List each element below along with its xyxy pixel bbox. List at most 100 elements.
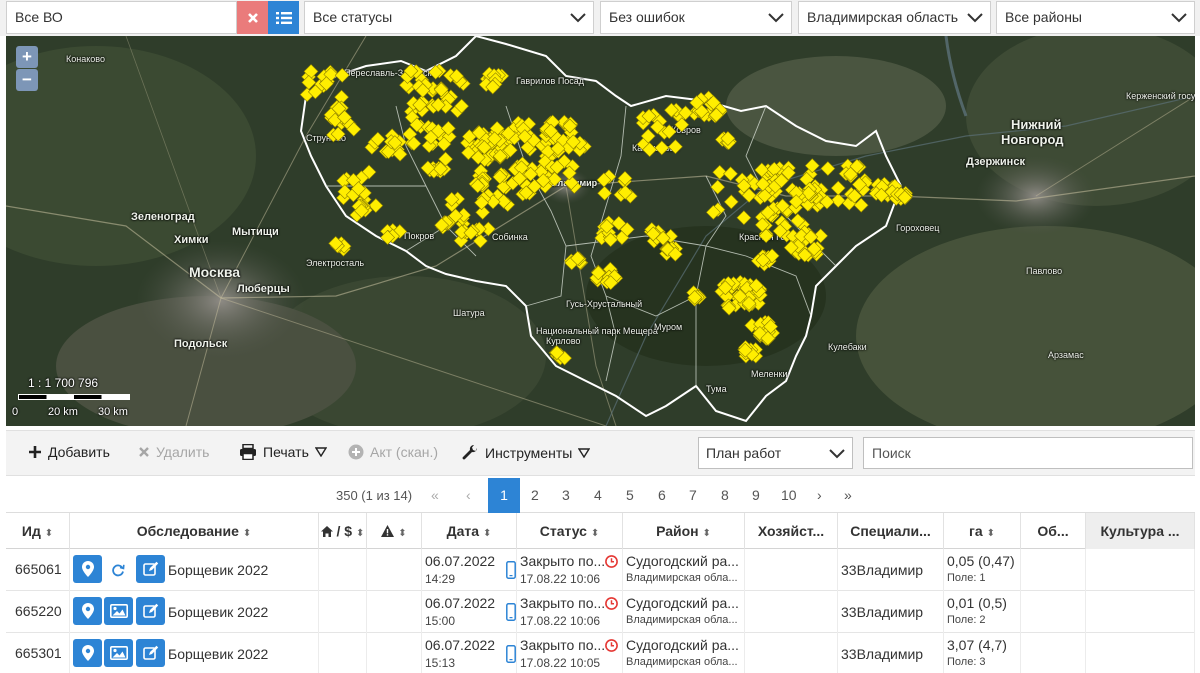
- survey-marker[interactable]: [668, 139, 683, 155]
- cell-ob: [1021, 633, 1086, 673]
- edit-icon: [142, 603, 158, 618]
- pager-page-5[interactable]: 5: [626, 487, 634, 503]
- zoom-out-button[interactable]: −: [16, 69, 38, 91]
- column-header-survey-label: Обследование: [136, 523, 239, 539]
- column-header-specialist[interactable]: Специали...: [838, 513, 944, 549]
- field-value: Поле: 1: [947, 572, 986, 584]
- edit-icon: [142, 561, 158, 576]
- column-header-date[interactable]: Дата ⬍: [422, 513, 517, 549]
- pager-page-8[interactable]: 8: [721, 487, 729, 503]
- pager-prev-button[interactable]: ‹: [466, 487, 471, 503]
- photo-button[interactable]: [104, 639, 133, 667]
- survey-marker[interactable]: [820, 161, 836, 176]
- show-on-map-button[interactable]: [73, 639, 102, 667]
- pager-page-4[interactable]: 4: [594, 487, 602, 503]
- sort-icon: ⬍: [44, 528, 54, 539]
- region-select-value: Владимирская область: [807, 9, 959, 25]
- survey-marker[interactable]: [597, 185, 613, 201]
- sort-icon: ⬍: [242, 528, 252, 539]
- pager-next-button[interactable]: ›: [817, 487, 822, 503]
- column-header-home-cost[interactable]: / $ ⬍: [319, 513, 367, 549]
- edit-button[interactable]: [136, 639, 165, 667]
- zoom-in-button[interactable]: +: [16, 46, 38, 68]
- table-row[interactable]: 665301 Борщевик 2022 06.07.2022 15:13 За…: [6, 633, 1195, 673]
- field-value: Поле: 2: [947, 614, 986, 626]
- cell-specialist: 33Владимир: [838, 549, 944, 591]
- clear-filter-button[interactable]: [237, 1, 268, 34]
- column-header-status[interactable]: Статус ⬍: [517, 513, 623, 549]
- table-row[interactable]: 665220 Борщевик 2022 06.07.2022 15:00 За…: [6, 591, 1195, 633]
- cell-culture: [1086, 633, 1195, 673]
- pager: 350 (1 из 14) « ‹ 1 2 3 4 5 6 7 8 9 10 ›…: [6, 476, 1195, 513]
- survey-marker[interactable]: [723, 194, 739, 210]
- cell-warning: [367, 633, 422, 673]
- plan-select-value: План работ: [706, 445, 782, 461]
- column-header-culture[interactable]: Культура ...: [1086, 513, 1195, 549]
- region-value: Владимирская обла...: [626, 656, 738, 668]
- column-header-warning[interactable]: ⬍: [367, 513, 422, 549]
- survey-marker[interactable]: [830, 180, 846, 196]
- clock-icon: [605, 597, 618, 610]
- pager-page-7[interactable]: 7: [689, 487, 697, 503]
- region-value: Владимирская обла...: [626, 614, 738, 626]
- edit-button[interactable]: [136, 555, 165, 583]
- errors-select[interactable]: Без ошибок: [600, 1, 792, 34]
- refresh-icon[interactable]: [111, 563, 125, 577]
- plan-select[interactable]: План работ: [698, 437, 853, 469]
- close-icon: [139, 447, 149, 457]
- column-header-survey[interactable]: Обследование ⬍: [70, 513, 319, 549]
- column-header-ha[interactable]: га ⬍: [944, 513, 1021, 549]
- survey-marker[interactable]: [334, 67, 350, 83]
- column-header-district[interactable]: Район ⬍: [623, 513, 745, 549]
- search-input[interactable]: Поиск: [863, 437, 1193, 469]
- survey-marker[interactable]: [710, 179, 726, 195]
- column-header-ob[interactable]: Об...: [1021, 513, 1086, 549]
- vo-filter-input[interactable]: Все ВО: [6, 1, 237, 34]
- pager-page-2[interactable]: 2: [531, 487, 539, 503]
- status-date: 17.08.22 10:06: [520, 572, 601, 586]
- cell-home-cost: [319, 549, 367, 591]
- column-header-id[interactable]: Ид ⬍: [6, 513, 70, 549]
- cell-ha: 0,01 (0,5) Поле: 2: [944, 591, 1021, 633]
- cell-ob: [1021, 591, 1086, 633]
- status-select[interactable]: Все статусы: [304, 1, 594, 34]
- delete-button[interactable]: Удалить: [138, 444, 209, 460]
- region-select[interactable]: Владимирская область: [798, 1, 991, 34]
- status-select-value: Все статусы: [313, 9, 393, 25]
- pager-page-3[interactable]: 3: [562, 487, 570, 503]
- cell-district: Судогодский ра... Владимирская обла...: [623, 591, 745, 633]
- photo-button[interactable]: [104, 597, 133, 625]
- pager-page-10[interactable]: 10: [781, 487, 797, 503]
- survey-marker[interactable]: [736, 210, 752, 226]
- plus-circle-icon: [348, 444, 364, 460]
- cell-home-cost: [319, 591, 367, 633]
- cell-survey: Борщевик 2022: [70, 633, 319, 673]
- cell-ha: 0,05 (0,47) Поле: 1: [944, 549, 1021, 591]
- add-button[interactable]: Добавить: [28, 444, 110, 460]
- map-pin-icon: [81, 561, 94, 577]
- cell-warning: [367, 591, 422, 633]
- pager-page-9[interactable]: 9: [752, 487, 760, 503]
- mobile-device-icon: [506, 645, 516, 663]
- ha-value: 0,05 (0,47): [947, 553, 1015, 569]
- pager-last-button[interactable]: »: [844, 487, 852, 503]
- show-on-map-button[interactable]: [73, 597, 102, 625]
- table-row[interactable]: 665061 Борщевик 2022 06.07.2022 14:29 За…: [6, 549, 1195, 591]
- show-on-map-button[interactable]: [73, 555, 102, 583]
- column-header-farm[interactable]: Хозяйст...: [745, 513, 838, 549]
- survey-marker[interactable]: [830, 193, 846, 208]
- list-view-button[interactable]: [268, 1, 299, 34]
- pager-first-button[interactable]: «: [431, 487, 439, 503]
- print-button[interactable]: Печать: [239, 444, 327, 460]
- mobile-device-icon: [506, 603, 516, 621]
- district-select[interactable]: Все районы: [996, 1, 1195, 34]
- act-scan-button[interactable]: Акт (скан.): [348, 444, 438, 460]
- satellite-map[interactable]: Переславль-Залесский Гаврилов Посад Нижн…: [6, 36, 1195, 426]
- edit-button[interactable]: [136, 597, 165, 625]
- pager-page-6[interactable]: 6: [658, 487, 666, 503]
- tools-button[interactable]: Инструменты: [462, 444, 591, 461]
- survey-marker[interactable]: [654, 140, 670, 156]
- pager-page-1[interactable]: 1: [488, 478, 520, 513]
- survey-marker[interactable]: [723, 166, 738, 182]
- survey-marker[interactable]: [712, 164, 728, 180]
